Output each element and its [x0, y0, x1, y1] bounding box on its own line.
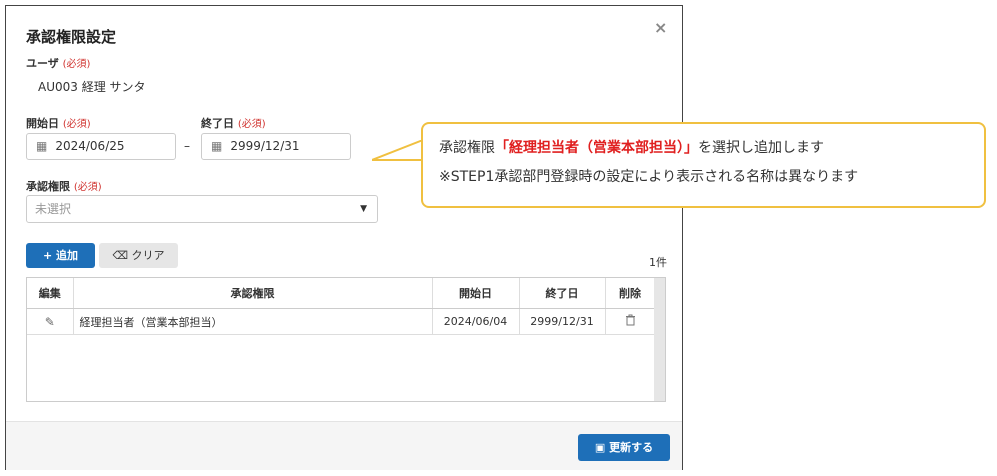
approval-authority-dialog: 承認権限設定 × ユーザ (必須) AU003 経理 サンタ 開始日 (必須) …: [5, 5, 683, 470]
eraser-icon: ⌫: [112, 249, 129, 262]
header-authority: 承認権限: [73, 278, 433, 309]
table-scrollbar[interactable]: [654, 278, 665, 401]
save-icon: ▣: [594, 441, 606, 454]
header-delete: 削除: [605, 278, 656, 309]
callout-line-1: 承認権限「経理担当者（営業本部担当）」を選択し追加します: [439, 140, 824, 156]
authority-cell: 経理担当者（営業本部担当）: [73, 308, 433, 335]
header-edit: 編集: [27, 278, 74, 309]
callout-line-2: ※STEP1承認部門登録時の設定により表示される名称は異なります: [439, 169, 859, 185]
calendar-icon: ▦: [36, 139, 48, 153]
user-value: AU003 経理 サンタ: [38, 80, 146, 94]
end-date-cell: 2999/12/31: [519, 308, 606, 335]
trash-icon[interactable]: [625, 314, 636, 326]
required-mark: (必須): [62, 59, 91, 70]
add-button[interactable]: + 追加: [26, 243, 95, 268]
authority-select[interactable]: 未選択 ▼: [26, 195, 378, 223]
highlighted-authority: 「経理担当者（営業本部担当）」: [495, 140, 698, 156]
calendar-icon: ▦: [211, 139, 223, 153]
edit-cell: ✎: [27, 308, 74, 335]
start-date-cell: 2024/06/04: [432, 308, 520, 335]
chevron-down-icon: ▼: [360, 204, 367, 214]
authority-label: 承認権限 (必須): [26, 180, 102, 193]
header-end-date: 終了日: [519, 278, 606, 309]
start-date-label: 開始日 (必須): [26, 117, 91, 130]
header-start-date: 開始日: [432, 278, 520, 309]
required-mark: (必須): [62, 119, 91, 130]
required-mark: (必須): [237, 119, 266, 130]
user-label: ユーザ (必須): [26, 57, 91, 70]
callout-pointer: [372, 140, 424, 161]
edit-icon[interactable]: ✎: [45, 315, 55, 329]
close-icon[interactable]: ×: [654, 18, 667, 37]
end-date-input[interactable]: ▦ 2999/12/31: [201, 133, 351, 160]
table-row: ✎ 経理担当者（営業本部担当） 2024/06/04 2999/12/31: [27, 308, 656, 335]
update-button[interactable]: ▣ 更新する: [578, 434, 670, 461]
instruction-callout: 承認権限「経理担当者（営業本部担当）」を選択し追加します ※STEP1承認部門登…: [421, 122, 986, 208]
plus-icon: +: [42, 249, 53, 262]
date-range-separator: –: [184, 139, 190, 153]
record-count: 1件: [649, 256, 667, 269]
required-mark: (必須): [73, 182, 102, 193]
start-date-input[interactable]: ▦ 2024/06/25: [26, 133, 176, 160]
delete-cell: [605, 308, 656, 335]
dialog-footer: ▣ 更新する: [6, 421, 682, 470]
clear-button[interactable]: ⌫ クリア: [99, 243, 178, 268]
table-header-row: 編集 承認権限 開始日 終了日 削除: [27, 278, 656, 309]
end-date-label: 終了日 (必須): [201, 117, 266, 130]
authority-table: 編集 承認権限 開始日 終了日 削除 ✎ 経理担当者（営業本部担当） 2024/…: [26, 277, 666, 402]
dialog-title: 承認権限設定: [26, 28, 117, 46]
